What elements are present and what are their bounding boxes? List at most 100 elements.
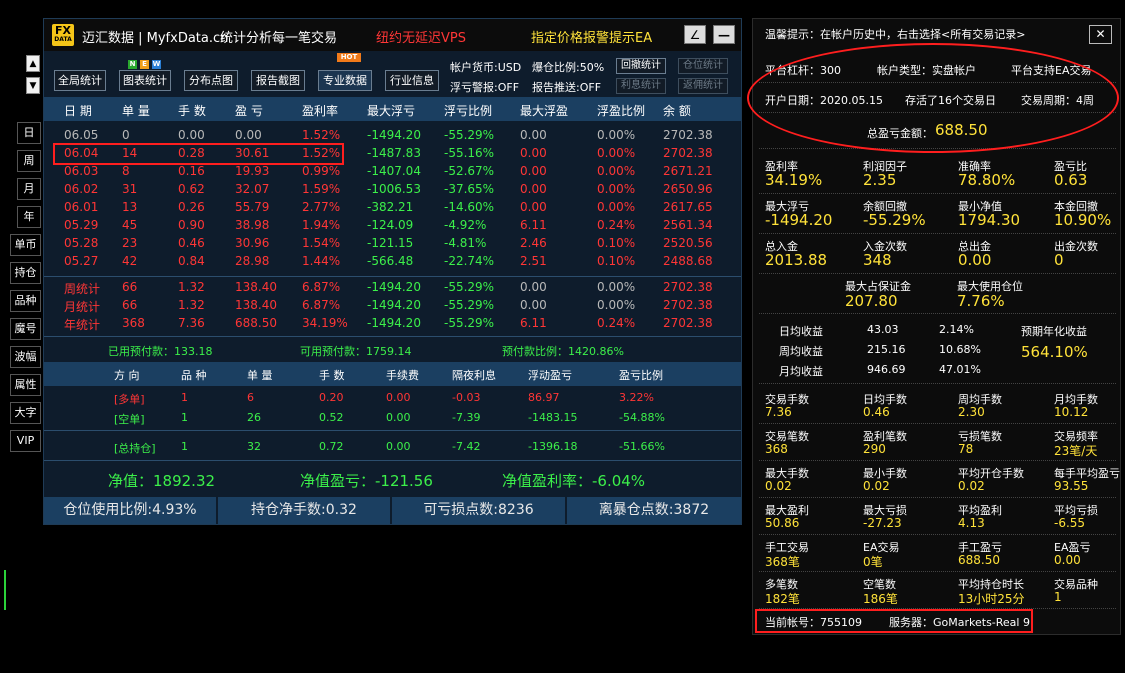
position-col-header[interactable]: 品 种: [181, 367, 207, 383]
global-stats-button[interactable]: 全局统计: [54, 70, 106, 91]
trade-col-header[interactable]: 日 期: [64, 102, 92, 119]
divider: [44, 460, 741, 461]
large-font-button[interactable]: 大字: [10, 402, 41, 424]
position-col-header[interactable]: 浮动盈亏: [528, 367, 572, 383]
stat-value: 0.02: [958, 479, 985, 493]
float-loss-alert[interactable]: 浮亏警报:OFF: [450, 79, 519, 95]
position-row[interactable]: [空单] 1 26 0.52 0.00 -7.39 -1483.15 -54.88%: [44, 411, 741, 429]
stat-value: 4.13: [958, 516, 985, 530]
table-cell: 23: [122, 236, 138, 250]
drawdown-stats-button[interactable]: 回撤统计: [616, 58, 666, 74]
table-row[interactable]: 06.03 8 0.16 19.93 0.99% -1407.04 -52.67% 0.00 0…: [44, 164, 741, 182]
stats-row: 总入金 2013.88 入金次数 348 总出金 0.00 出金次数 0: [759, 234, 1116, 274]
weekly-income-pct: 10.68%: [939, 343, 981, 356]
industry-info-button[interactable]: 行业信息: [385, 70, 439, 91]
scroll-up-button[interactable]: ▲: [26, 55, 40, 72]
trade-col-header[interactable]: 盈 亏: [235, 102, 263, 119]
distribution-plot-button[interactable]: 分布点图: [184, 70, 238, 91]
pro-data-button[interactable]: 专业数据: [318, 70, 372, 91]
table-row[interactable]: 05.29 45 0.90 38.98 1.94% -124.09 -4.92% 6.11 0.…: [44, 218, 741, 236]
period-month-button[interactable]: 月: [17, 178, 41, 200]
filter-volatility-button[interactable]: 波幅: [10, 346, 41, 368]
filter-position-button[interactable]: 持仓: [10, 262, 41, 284]
table-cell: 0.00: [520, 182, 547, 196]
table-cell: 0.99%: [302, 164, 341, 178]
position-cell: 6: [247, 391, 254, 404]
daily-income-label: 日均收益: [779, 325, 823, 338]
table-row[interactable]: 06.02 31 0.62 32.07 1.59% -1006.53 -37.65% 0.00…: [44, 182, 741, 200]
rebate-stats-button[interactable]: 返佣统计: [678, 78, 728, 94]
table-cell: 66: [122, 280, 138, 294]
promo-vps-link[interactable]: 纽约无延迟VPS: [376, 27, 466, 46]
chart-stats-button[interactable]: 图表统计: [119, 70, 171, 91]
position-col-header[interactable]: 盈亏比例: [619, 367, 663, 383]
table-cell: -52.67%: [444, 164, 495, 178]
table-row[interactable]: 05.28 23 0.46 30.96 1.54% -121.15 -4.81% 2.46 0.…: [44, 236, 741, 254]
divider: [44, 430, 741, 431]
filter-single-currency-button[interactable]: 单币: [10, 234, 41, 256]
trade-col-header[interactable]: 单 量: [122, 102, 150, 119]
scroll-down-button[interactable]: ▼: [26, 77, 40, 94]
table-row[interactable]: 年统计 368 7.36 688.50 34.19% -1494.20 -55.29% 6.1…: [44, 316, 741, 334]
period-year-button[interactable]: 年: [17, 206, 41, 228]
hint-text: 温馨提示：在帐户历史中，右击选择<所有交易记录>: [765, 28, 1026, 41]
weekly-income-label: 周均收益: [779, 345, 823, 358]
new-badge-w: W: [152, 60, 161, 69]
table-row[interactable]: 月统计 66 1.32 138.40 6.87% -1494.20 -55.29% 0.00 0…: [44, 298, 741, 316]
stat-value: 290: [863, 442, 886, 456]
minimize-button[interactable]: —: [713, 25, 735, 44]
table-row[interactable]: 周统计 66 1.32 138.40 6.87% -1494.20 -55.29% 0.00 0…: [44, 280, 741, 298]
trade-col-header[interactable]: 盈利率: [302, 102, 338, 119]
table-row[interactable]: 06.04 14 0.28 30.61 1.52% -1487.83 -55.16% 0.00…: [44, 146, 741, 164]
stat-value: -27.23: [863, 516, 902, 530]
position-col-header[interactable]: 方 向: [114, 367, 140, 383]
trade-col-header[interactable]: 浮盈比例: [597, 102, 645, 119]
period-week-button[interactable]: 周: [17, 150, 41, 172]
promo-ea-link[interactable]: 指定价格报警提示EA: [531, 27, 652, 46]
filter-magic-button[interactable]: 魔号: [10, 318, 41, 340]
table-cell: 1.32: [178, 280, 205, 294]
table-cell: 0.84: [178, 254, 205, 268]
trade-col-header[interactable]: 手 数: [178, 102, 206, 119]
stat-value: 368笔: [765, 555, 800, 569]
position-cell: 0.00: [386, 440, 411, 453]
position-table-header: 方 向 品 种 单 量 手 数 手续费 隔夜利息 浮动盈亏 盈亏比例: [44, 362, 741, 386]
weekly-income-value: 215.16: [867, 343, 906, 356]
filter-symbol-button[interactable]: 品种: [10, 290, 41, 312]
trade-col-header[interactable]: 最大浮亏: [367, 102, 415, 119]
stat-value: 93.55: [1054, 479, 1089, 493]
filter-attribute-button[interactable]: 属性: [10, 374, 41, 396]
table-row[interactable]: 06.05 0 0.00 0.00 1.52% -1494.20 -55.29% 0.00 0.…: [44, 128, 741, 146]
position-row[interactable]: [多单] 1 6 0.20 0.00 -0.03 86.97 3.22%: [44, 391, 741, 409]
close-icon[interactable]: ✕: [1089, 25, 1112, 44]
edit-button[interactable]: ∠: [684, 25, 706, 44]
toolbar: N E W HOT 全局统计 图表统计 分布点图 报告截图 专业数据 行业信息 …: [44, 51, 741, 96]
logo-text-top: FX: [55, 24, 71, 37]
trade-col-header[interactable]: 最大浮盈: [520, 102, 568, 119]
max-margin-row: 最大占保证金 207.80 最大使用仓位 7.76%: [759, 274, 1116, 314]
trade-col-header[interactable]: 余 额: [663, 102, 691, 119]
table-row[interactable]: 06.01 13 0.26 55.79 2.77% -382.21 -14.60% 0.00 0…: [44, 200, 741, 218]
trade-col-header[interactable]: 浮亏比例: [444, 102, 492, 119]
position-col-header[interactable]: 单 量: [247, 367, 273, 383]
table-cell: 0.00%: [597, 280, 636, 294]
period-day-button[interactable]: 日: [17, 122, 41, 144]
table-cell: -4.81%: [444, 236, 487, 250]
stat-value: 1794.30: [958, 211, 1021, 229]
position-row[interactable]: [总持仓] 1 32 0.72 0.00 -7.42 -1396.18 -51.66%: [44, 440, 741, 458]
table-cell: -55.29%: [444, 316, 495, 330]
position-stats-button[interactable]: 仓位统计: [678, 58, 728, 74]
table-cell: 6.11: [520, 218, 547, 232]
table-row[interactable]: 05.27 42 0.84 28.98 1.44% -566.48 -22.74% 2.51 0…: [44, 254, 741, 272]
table-cell: 2617.65: [663, 200, 713, 214]
stat-value: 78: [958, 442, 974, 456]
position-col-header[interactable]: 隔夜利息: [452, 367, 496, 383]
position-col-header[interactable]: 手续费: [386, 367, 419, 383]
trade-period: 交易周期：4周: [1021, 94, 1094, 107]
position-col-header[interactable]: 手 数: [319, 367, 345, 383]
vip-button[interactable]: VIP: [10, 430, 41, 452]
report-push-status[interactable]: 报告推送:OFF: [532, 79, 601, 95]
report-screenshot-button[interactable]: 报告截图: [251, 70, 305, 91]
interest-stats-button[interactable]: 利息统计: [616, 78, 666, 94]
table-cell: -1494.20: [367, 280, 421, 294]
